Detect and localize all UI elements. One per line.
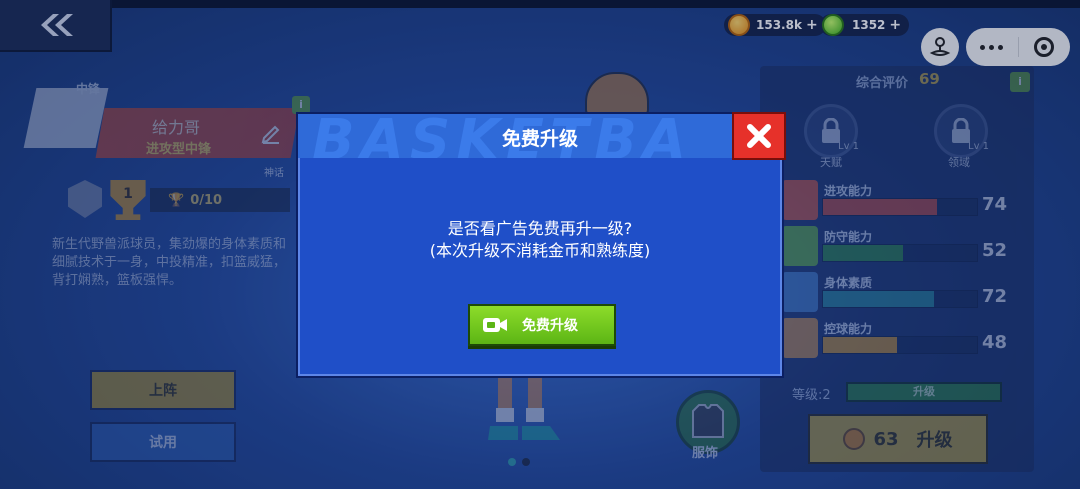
- watch-ad-upgrade-label: 免费升级: [522, 318, 578, 334]
- close-icon: [747, 124, 771, 148]
- game-screen: 153.8k + 1352 + 中锋 给力哥 进攻型中锋 i 神话 1 🏆 0/…: [0, 0, 1080, 489]
- dialog-header: BASKETBA 免费升级: [298, 114, 782, 158]
- watch-ad-upgrade-button[interactable]: 免费升级: [468, 304, 616, 346]
- dialog-message-line2: (本次升级不消耗金币和熟练度): [429, 241, 651, 260]
- video-camera-icon: [483, 318, 507, 332]
- close-button[interactable]: [732, 112, 786, 160]
- dialog-message: 是否看广告免费再升一级? (本次升级不消耗金币和熟练度): [298, 218, 782, 262]
- dialog-title: 免费升级: [501, 128, 578, 150]
- dialog-message-line1: 是否看广告免费再升一级?: [447, 219, 633, 238]
- free-upgrade-dialog: BASKETBA 免费升级 是否看广告免费再升一级? (本次升级不消耗金币和熟练…: [296, 112, 786, 378]
